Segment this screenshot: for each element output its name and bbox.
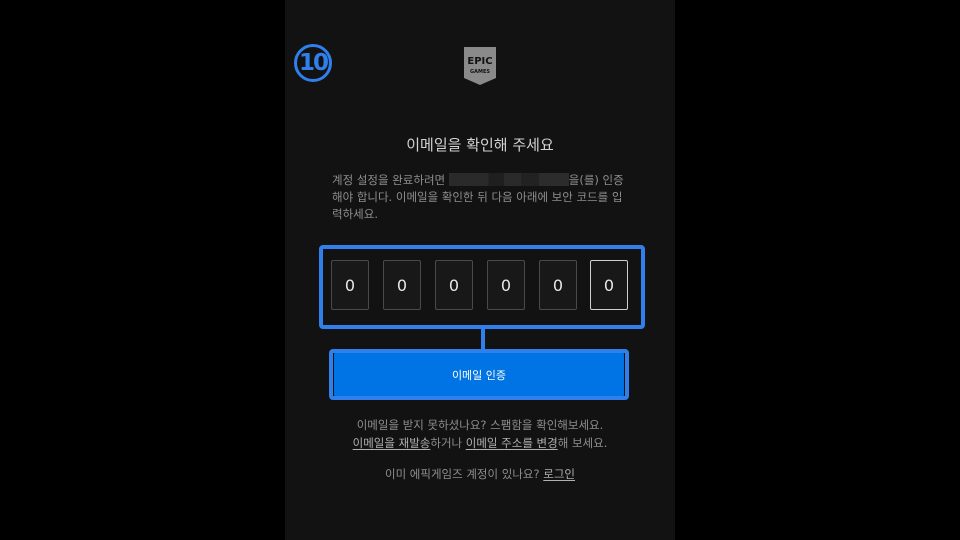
code-digit-1[interactable]: 0 <box>331 260 369 310</box>
login-prompt-text: 이미 에픽게임즈 계정이 있나요? <box>384 467 544 481</box>
resend-end-text: 해 보세요. <box>557 436 608 450</box>
resend-help-text: 이메일을 받지 못하셨나요? 스팸함을 확인해보세요. 이메일을 재발송하거나 … <box>285 416 675 452</box>
instruction-part1: 계정 설정을 완료하려면 <box>332 173 449 187</box>
code-digit-3[interactable]: 0 <box>435 260 473 310</box>
redacted-email <box>448 173 569 186</box>
highlight-connector <box>481 329 485 350</box>
instruction-text: 계정 설정을 완료하려면 을(를) 인증해야 합니다. 이메일을 확인한 뒤 다… <box>332 172 632 223</box>
login-link[interactable]: 로그인 <box>543 467 575 481</box>
spam-hint: 이메일을 받지 못하셨나요? 스팸함을 확인해보세요. <box>356 418 604 432</box>
verify-email-button[interactable]: 이메일 인증 <box>334 353 624 396</box>
step-number-badge: 10 <box>294 44 332 82</box>
resend-mid-text: 하거나 <box>430 436 466 450</box>
code-digit-5[interactable]: 0 <box>539 260 577 310</box>
epic-games-logo: EPIC GAMES <box>464 47 496 85</box>
resend-email-link[interactable]: 이메일을 재발송 <box>353 436 431 450</box>
login-prompt: 이미 에픽게임즈 계정이 있나요? 로그인 <box>285 466 675 482</box>
resend-line: 이메일을 재발송하거나 이메일 주소를 변경해 보세요. <box>285 434 675 452</box>
code-digit-4[interactable]: 0 <box>487 260 525 310</box>
page-title: 이메일을 확인해 주세요 <box>406 136 554 154</box>
code-digit-6[interactable]: 0 <box>590 260 628 310</box>
logo-text-games: GAMES <box>470 69 490 75</box>
logo-text-epic: EPIC <box>467 56 492 67</box>
change-email-link[interactable]: 이메일 주소를 변경 <box>466 436 558 450</box>
code-digit-2[interactable]: 0 <box>383 260 421 310</box>
